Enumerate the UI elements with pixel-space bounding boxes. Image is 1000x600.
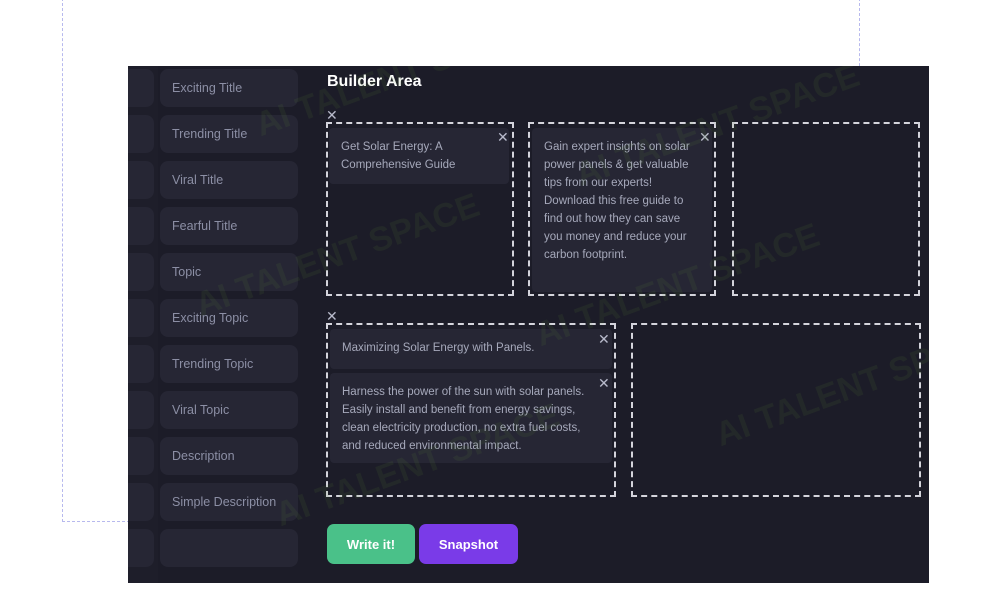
sidebar-item-label: Topic <box>172 265 202 279</box>
sidebar-item-trending-topic[interactable]: Trending Topic <box>160 345 298 383</box>
sidebar-item-viral-title[interactable]: Viral Title <box>160 161 298 199</box>
drop-slot-row1-col3[interactable] <box>732 122 920 296</box>
content-card-description[interactable]: Gain expert insights on solar power pane… <box>532 128 712 292</box>
remove-card-close-icon[interactable]: ✕ <box>598 332 610 346</box>
sidebar-item-label: Description <box>172 449 235 463</box>
remove-row-1-close-icon[interactable]: ✕ <box>326 108 338 122</box>
left-stub <box>128 391 154 429</box>
left-stub <box>128 529 154 567</box>
drop-slot-row2-col2[interactable] <box>631 323 921 497</box>
sidebar-item-label: Simple Description <box>172 495 277 509</box>
snapshot-button[interactable]: Snapshot <box>419 524 518 564</box>
sidebar-item-description[interactable]: Description <box>160 437 298 475</box>
content-card-title[interactable]: Maximizing Solar Energy with Panels. <box>330 329 612 369</box>
sidebar-item-viral-topic[interactable]: Viral Topic <box>160 391 298 429</box>
left-stub <box>128 115 154 153</box>
card-text: Harness the power of the sun with solar … <box>342 386 585 452</box>
left-stub <box>128 207 154 245</box>
card-text: Get Solar Energy: A Comprehensive Guide <box>341 141 456 171</box>
sidebar-item-label: Exciting Title <box>172 81 243 95</box>
builder-area-title: Builder Area <box>327 73 422 90</box>
write-it-button[interactable]: Write it! <box>327 524 415 564</box>
remove-card-close-icon[interactable]: ✕ <box>598 376 610 390</box>
content-card-title[interactable]: Get Solar Energy: A Comprehensive Guide <box>329 128 509 184</box>
content-card-description[interactable]: Harness the power of the sun with solar … <box>330 373 612 463</box>
card-text: Maximizing Solar Energy with Panels. <box>342 342 535 354</box>
sidebar-item-topic[interactable]: Topic <box>160 253 298 291</box>
sidebar-item-label: Viral Topic <box>172 403 230 417</box>
sidebar-item-label: Trending Title <box>172 127 248 141</box>
sidebar-item-fearful-title[interactable]: Fearful Title <box>160 207 298 245</box>
left-stub <box>128 437 154 475</box>
builder-app: Exciting Title Trending Title Viral Titl… <box>128 66 929 583</box>
sidebar-item-label: Viral Title <box>172 173 224 187</box>
remove-card-close-icon[interactable]: ✕ <box>699 130 711 144</box>
left-stub <box>128 253 154 291</box>
remove-row-2-close-icon[interactable]: ✕ <box>326 309 338 323</box>
sidebar-item-simple-description[interactable]: Simple Description <box>160 483 298 521</box>
left-stub <box>128 69 154 107</box>
left-stub <box>128 299 154 337</box>
sidebar-item-exciting-title[interactable]: Exciting Title <box>160 69 298 107</box>
left-stub <box>128 161 154 199</box>
sidebar-item-label: Exciting Topic <box>172 311 249 325</box>
sidebar-item-exciting-topic[interactable]: Exciting Topic <box>160 299 298 337</box>
sidebar-item-label: Trending Topic <box>172 357 254 371</box>
sidebar-item-trending-title[interactable]: Trending Title <box>160 115 298 153</box>
card-text: Gain expert insights on solar power pane… <box>544 141 690 261</box>
left-stub <box>128 483 154 521</box>
remove-card-close-icon[interactable]: ✕ <box>497 130 509 144</box>
sidebar-item-label: Fearful Title <box>172 219 238 233</box>
sidebar-item-more[interactable] <box>160 529 298 567</box>
left-stub <box>128 345 154 383</box>
